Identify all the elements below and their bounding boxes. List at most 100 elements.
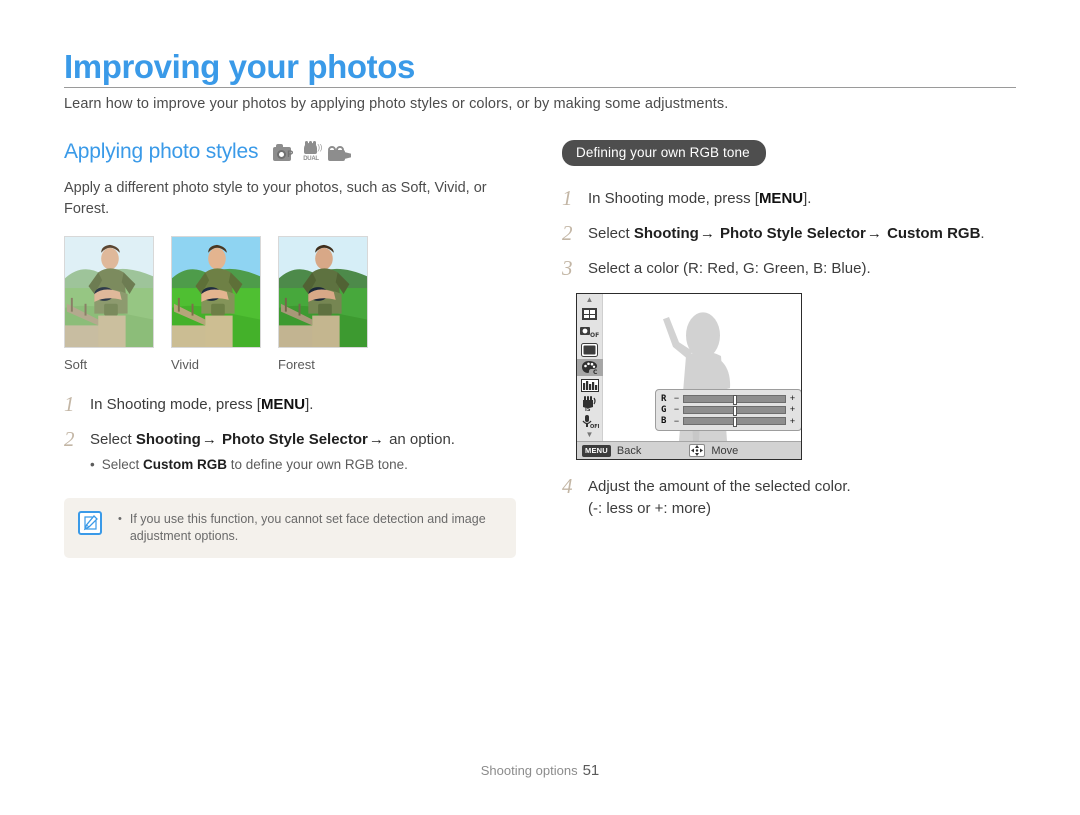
menu-badge-icon[interactable]: MENU [582,444,611,457]
rgb-minus-g[interactable]: − [673,405,680,414]
menu-key-label: MENU [260,396,306,413]
dual-is-hand-icon[interactable]: IS [580,395,600,412]
page-footer: Shooting options 51 [0,762,1080,779]
step-text: Select a color (R: Red, G: Green, B: Blu… [588,260,871,277]
rgb-plus-r[interactable]: + [789,394,796,403]
image-adjust-icon[interactable] [580,377,600,394]
step-text-pre: In Shooting mode, press [ [90,396,261,413]
chevron-down-icon[interactable]: ▼ [586,431,594,439]
left-steps: 1 In Shooting mode, press [MENU]. 2 Sele… [64,394,524,474]
rgb-step-2: 2 Select Shooting→ Photo Style Selector→… [562,223,1022,245]
rgb-slider-panel[interactable]: R − + G − + B − + [655,389,801,431]
rgb-track-g[interactable] [683,405,786,416]
lcd-bottom-bar: MENU Back Move [577,441,801,459]
step-2: 2 Select Shooting→ Photo Style Selector→… [64,429,524,474]
page-title: Improving your photos [64,48,415,85]
menu-path-shooting: Shooting [135,431,201,448]
step-number: 2 [562,221,573,245]
svg-text:OFF: OFF [590,332,599,339]
sample-caption-forest: Forest [278,357,315,372]
rgb-plus-b[interactable]: + [789,416,796,426]
lcd-back-label: Back [616,444,642,457]
arrow-icon: → [699,225,715,242]
rgb-handle-g[interactable] [732,405,737,416]
step-text: Select Shooting→ Photo Style Selector→ a… [90,429,455,474]
rgb-handle-b[interactable] [732,417,737,428]
step-number: 4 [562,474,573,498]
step-text-pre: In Shooting mode, press [ [588,190,759,207]
sample-vivid: Vivid [171,236,261,372]
step-text-post: ]. [305,396,314,413]
flash-off-icon[interactable]: OFF [580,323,600,340]
step-text-pre: Select [90,431,136,448]
camera-lcd: ▲ OF C IS OF ▼ R − + G − + B − + MENU Ba… [576,293,802,460]
rgb-label-b: B [661,416,667,427]
bullet-dot: • [90,457,95,472]
step-text: In Shooting mode, press [MENU]. [90,394,313,416]
rgb-step-4: 4 Adjust the amount of the selected colo… [562,476,1022,520]
step-number: 3 [562,256,573,280]
camera-lcd-illustration: ▲ OF C IS OF ▼ R − + G − + B − + MENU Ba… [576,293,1022,460]
sample-caption-vivid: Vivid [171,357,199,372]
sample-image-forest [278,236,368,348]
lcd-preview-scene: R − + G − + B − + [603,294,801,441]
rgb-plus-g[interactable]: + [789,405,796,414]
menu-path-shooting: Shooting [633,225,699,242]
sample-forest: Forest [278,236,368,372]
menu-path-custom-rgb: Custom RGB [887,225,981,242]
footer-page-number: 51 [582,762,600,779]
rgb-row-g[interactable]: G − + [661,404,796,416]
rgb-row-b[interactable]: B − + [661,416,796,428]
section-body: Apply a different photo style to your ph… [64,180,487,217]
arrow-icon: → [368,431,384,448]
face-detection-icon[interactable] [580,305,600,322]
step-text: In Shooting mode, press [MENU]. [588,188,811,210]
rgb-row-r[interactable]: R − + [661,393,796,405]
svg-text:IS: IS [585,407,591,411]
sample-soft: Soft [64,236,154,372]
four-way-arrow-icon[interactable] [689,444,706,457]
photo-style-samples: Soft Vivid Forest [64,236,524,372]
note-box: • If you use this function, you cannot s… [64,498,516,558]
step-text-post: an option. [389,431,455,448]
svg-text:OFF: OFF [590,424,599,429]
section-heading: Applying photo styles P )) DUAL [64,140,524,164]
rgb-label-g: G [661,404,667,415]
rgb-track-r[interactable] [683,394,786,405]
menu-path-photo-style-selector: Photo Style Selector [720,225,866,242]
step-number: 1 [64,392,75,416]
rgb-step-1: 1 In Shooting mode, press [MENU]. [562,188,1022,210]
note-message: If you use this function, you cannot set… [129,512,486,543]
footer-label: Shooting options [480,763,578,778]
photo-style-palette-icon[interactable]: C [576,359,603,376]
rgb-step-3: 3 Select a color (R: Red, G: Green, B: B… [562,258,1022,280]
camera-p-icon: P [273,144,295,161]
rgb-track-b[interactable] [683,417,786,428]
voice-off-icon[interactable]: OFF [580,413,600,430]
manual-page: Improving your photos Learn how to impro… [0,0,1080,815]
menu-path-photo-style-selector: Photo Style Selector [222,431,368,448]
chevron-up-icon[interactable]: ▲ [586,296,594,304]
subsection-pill: Defining your own RGB tone [562,140,766,166]
step-number: 1 [562,186,573,210]
sample-caption-soft: Soft [64,357,88,372]
note-pen-icon [78,511,102,535]
rgb-label-r: R [661,393,667,404]
step-text-pre: Select [588,225,634,242]
step-text-post: . [980,225,985,242]
sample-image-vivid [171,236,261,348]
step-1: 1 In Shooting mode, press [MENU]. [64,394,524,416]
screen-icon[interactable] [580,341,600,358]
svg-text:C: C [593,369,598,375]
lcd-main-area: ▲ OF C IS OF ▼ R − + G − + B − + [576,294,801,441]
lcd-move-label: Move [711,444,739,457]
rgb-minus-b[interactable]: − [673,416,680,426]
rgb-minus-r[interactable]: − [673,394,680,403]
step-4-main: Adjust the amount of the selected color. [588,478,851,495]
step-number: 2 [64,427,75,451]
movie-camera-icon [328,146,352,161]
right-column: Defining your own RGB tone 1 In Shooting… [562,140,1022,533]
rgb-handle-r[interactable] [732,394,737,405]
lcd-menu-sidebar[interactable]: ▲ OF C IS OF ▼ [576,294,603,441]
dual-is-icon: )) DUAL [303,141,323,162]
